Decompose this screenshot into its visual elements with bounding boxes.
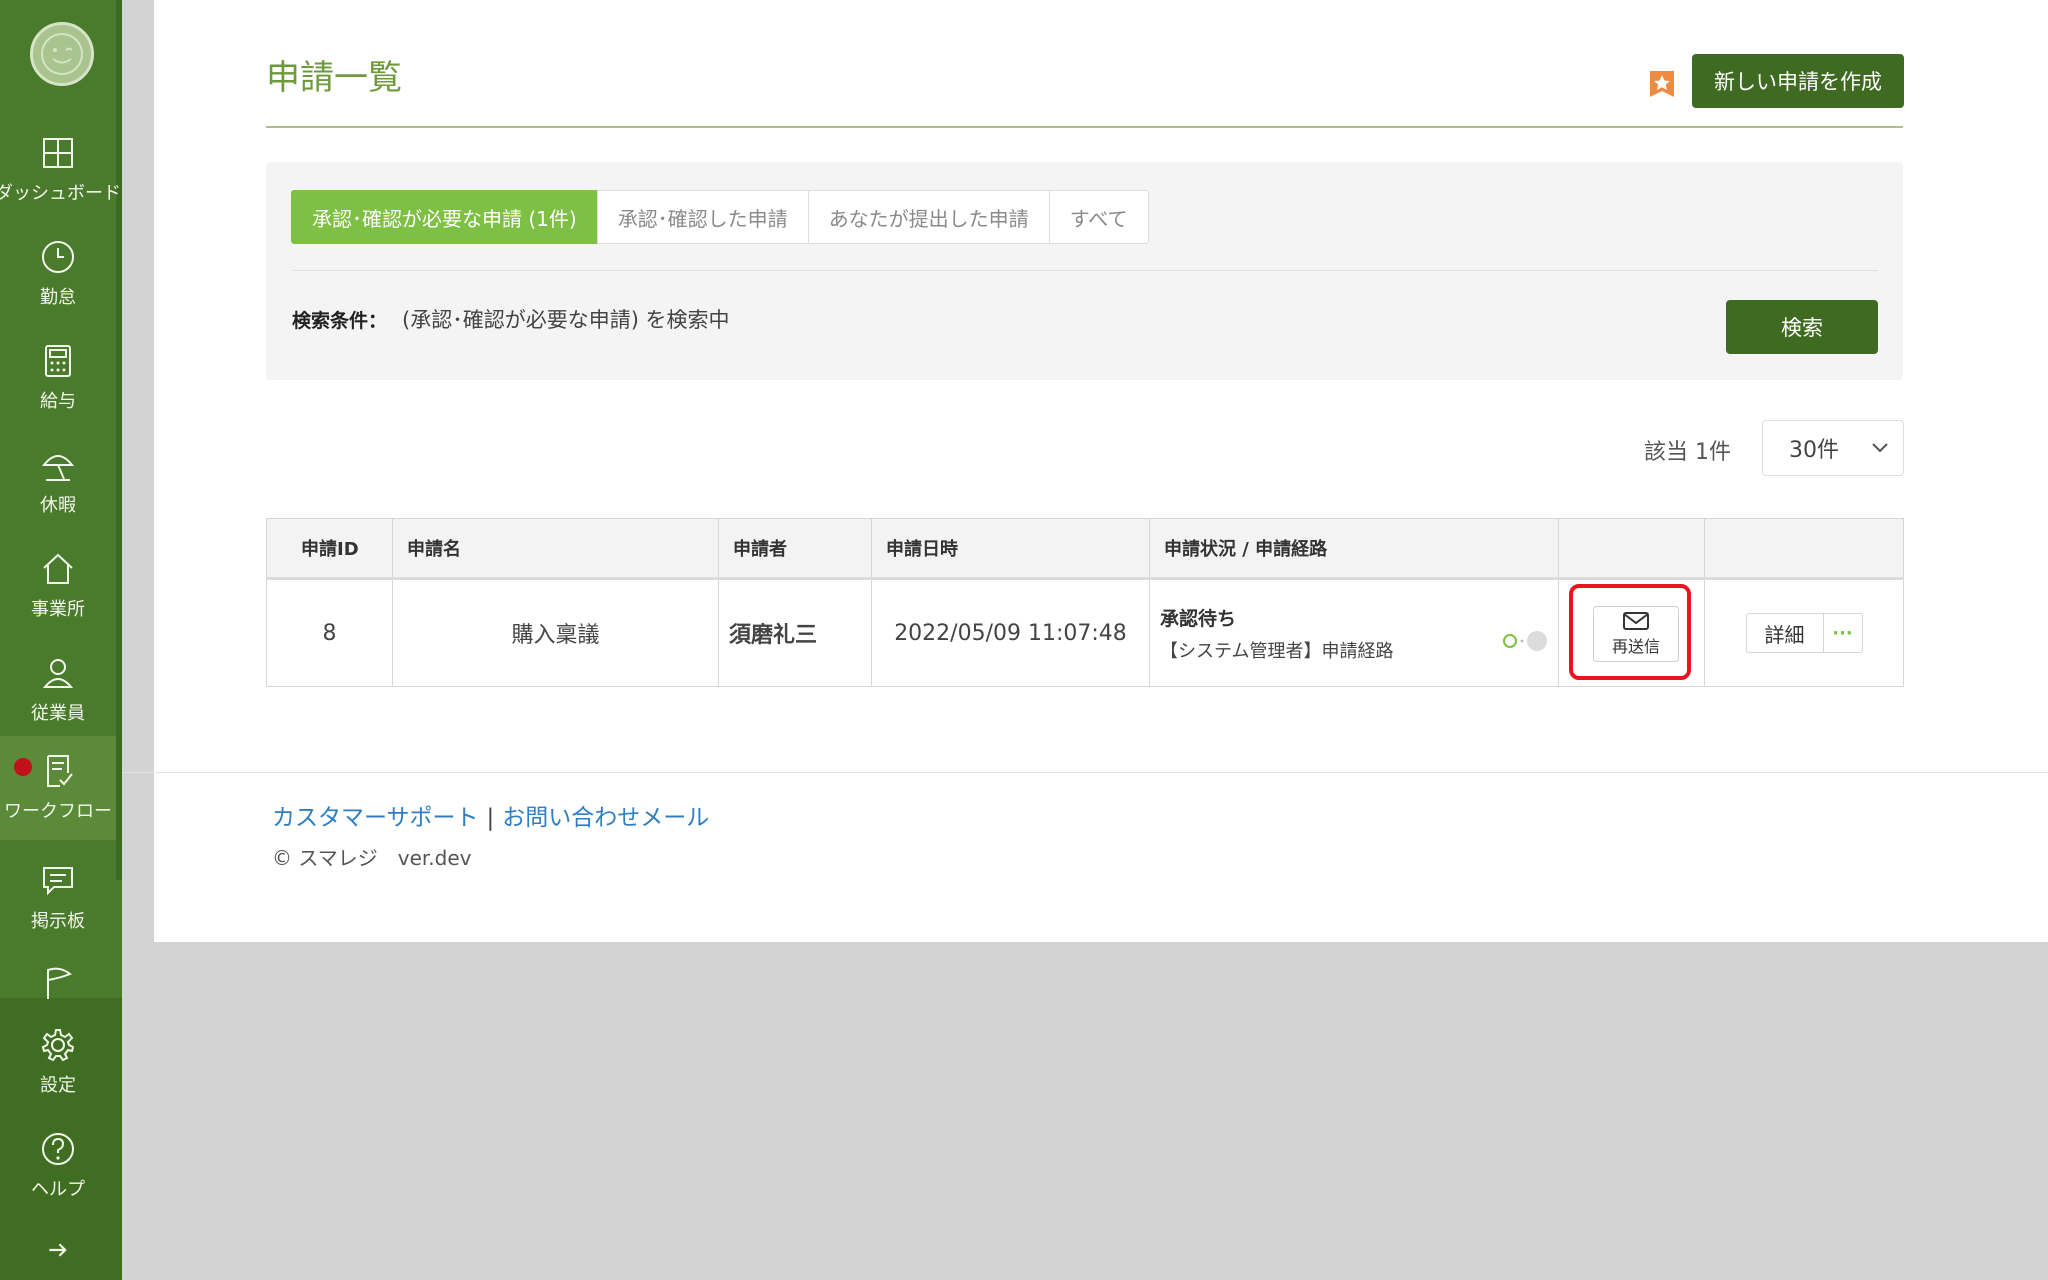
flag-icon	[47, 967, 72, 999]
chat-icon	[43, 867, 73, 896]
sidebar-item-label: 事業所	[31, 599, 85, 620]
dashboard-icon	[43, 138, 73, 168]
checklist-icon	[47, 755, 73, 787]
mail-icon	[1623, 612, 1649, 630]
sidebar-item-flag[interactable]	[0, 944, 116, 1004]
arrow-right-icon	[49, 1243, 67, 1257]
cell-applicant: 須磨礼三	[718, 578, 872, 687]
per-page-value: 30件	[1789, 438, 1839, 463]
home-icon	[43, 553, 73, 584]
notification-dot	[14, 758, 32, 776]
footer-links: カスタマーサポート | お問い合わせメール	[272, 798, 709, 832]
tab-needs-approval[interactable]: 承認･確認が必要な申請 (1件)	[291, 190, 598, 244]
sidebar-item-dashboard[interactable]: ダッシュボード	[0, 120, 121, 220]
filter-divider	[292, 270, 1878, 271]
sidebar-item-bulletin[interactable]: 掲示板	[0, 848, 116, 948]
route-step-pending-icon	[1503, 634, 1517, 648]
route-step-icon	[1527, 631, 1547, 651]
clock-icon	[42, 241, 74, 273]
umbrella-icon	[41, 455, 75, 481]
sidebar-scroll-strip[interactable]	[116, 0, 122, 880]
filter-tabs: 承認･確認が必要な申請 (1件) 承認･確認した申請 あなたが提出した申請 すべ…	[291, 190, 1149, 244]
detail-button[interactable]: 詳細	[1745, 613, 1824, 653]
page-title: 申請一覧	[266, 58, 402, 98]
sidebar-item-label: 勤怠	[40, 287, 76, 308]
avatar[interactable]	[30, 22, 94, 86]
tab-submitted[interactable]: あなたが提出した申請	[807, 190, 1050, 244]
smiley-icon	[41, 33, 83, 75]
create-request-button[interactable]: 新しい申請を作成	[1692, 54, 1904, 108]
cell-actions: 詳細 ···	[1704, 578, 1904, 687]
chevron-down-icon	[1872, 443, 1888, 453]
sidebar-item-label: 掲示板	[31, 911, 85, 932]
sidebar-item-label: 設定	[40, 1075, 76, 1096]
sidebar-item-employees[interactable]: 従業員	[0, 640, 116, 740]
calculator-icon	[45, 345, 71, 377]
sidebar-item-office[interactable]: 事業所	[0, 536, 116, 636]
sidebar-item-workflow[interactable]: ワークフロー	[0, 736, 116, 840]
col-header-name[interactable]: 申請名	[392, 518, 719, 580]
tab-approved[interactable]: 承認･確認した申請	[596, 190, 809, 244]
col-header-id[interactable]: 申請ID	[266, 518, 393, 580]
sidebar-item-help[interactable]: ヘルプ	[0, 1116, 116, 1216]
resend-label: 再送信	[1611, 637, 1660, 656]
sidebar: ダッシュボード 勤怠 給与 休暇 事業所 従業員 ワークフロー 掲示板 設定 ヘ…	[0, 0, 122, 1280]
per-page-select[interactable]: 30件	[1762, 420, 1904, 476]
table-header-row: 申請ID 申請名 申請者 申請日時 申請状況 / 申請経路	[266, 518, 1904, 580]
row-action-group: 詳細 ···	[1715, 613, 1893, 653]
cell-status: 承認待ち 【システム管理者】申請経路	[1149, 578, 1559, 687]
sidebar-item-settings[interactable]: 設定	[0, 1012, 116, 1112]
main-panel: 申請一覧 新しい申請を作成 承認･確認が必要な申請 (1件) 承認･確認した申請…	[122, 0, 2048, 942]
col-header-resend	[1558, 518, 1705, 580]
sidebar-item-vacation[interactable]: 休暇	[0, 432, 116, 532]
footer-separator: |	[486, 805, 495, 831]
search-condition-label: 検索条件：	[292, 310, 388, 332]
customer-support-link[interactable]: カスタマーサポート	[272, 805, 479, 831]
cell-datetime: 2022/05/09 11:07:48	[871, 578, 1150, 687]
table-row[interactable]: 8 購入稟議 須磨礼三 2022/05/09 11:07:48 承認待ち 【シス…	[266, 578, 1904, 687]
route-text: 【システム管理者】申請経路	[1160, 640, 1394, 662]
col-header-datetime[interactable]: 申請日時	[871, 518, 1150, 580]
search-condition-value: (承認･確認が必要な申請) を検索中	[402, 308, 730, 332]
help-icon	[42, 1133, 74, 1165]
sidebar-expand-button[interactable]	[0, 1228, 116, 1272]
sidebar-item-label: ワークフロー	[4, 801, 112, 822]
search-button[interactable]: 検索	[1726, 300, 1878, 354]
sidebar-item-label: ダッシュボード	[0, 183, 121, 204]
bookmark-star-icon[interactable]	[1648, 69, 1676, 99]
person-icon	[42, 659, 74, 688]
footer-divider	[122, 772, 2048, 773]
sidebar-item-label: 給与	[40, 391, 76, 412]
sidebar-item-label: ヘルプ	[31, 1179, 85, 1200]
filter-panel: 承認･確認が必要な申請 (1件) 承認･確認した申請 あなたが提出した申請 すべ…	[266, 162, 1903, 380]
route-progress	[1502, 630, 1548, 652]
sidebar-item-label: 従業員	[31, 703, 85, 724]
cell-id: 8	[266, 578, 393, 687]
cell-name: 購入稟議	[392, 578, 719, 687]
status-text: 承認待ち	[1160, 607, 1237, 630]
more-options-button[interactable]: ···	[1823, 613, 1863, 653]
copyright: © スマレジ ver.dev	[272, 846, 472, 870]
route-connector-icon	[1520, 639, 1524, 643]
requests-table: 申請ID 申請名 申請者 申請日時 申請状況 / 申請経路 8 購入稟議 須磨礼…	[266, 518, 1904, 687]
col-header-applicant[interactable]: 申請者	[718, 518, 872, 580]
sidebar-item-payroll[interactable]: 給与	[0, 328, 116, 428]
col-header-status[interactable]: 申請状況 / 申請経路	[1149, 518, 1559, 580]
tab-all[interactable]: すべて	[1048, 190, 1149, 244]
cell-resend: 再送信	[1558, 578, 1705, 687]
title-divider	[266, 126, 1903, 128]
result-count: 該当 1件	[1644, 440, 1731, 465]
sidebar-item-label: 休暇	[40, 495, 76, 516]
contact-mail-link[interactable]: お問い合わせメール	[502, 805, 709, 831]
gear-icon	[41, 1029, 75, 1062]
resend-button[interactable]: 再送信	[1593, 606, 1679, 662]
col-header-actions	[1704, 518, 1904, 580]
sidebar-item-attendance[interactable]: 勤怠	[0, 224, 116, 324]
